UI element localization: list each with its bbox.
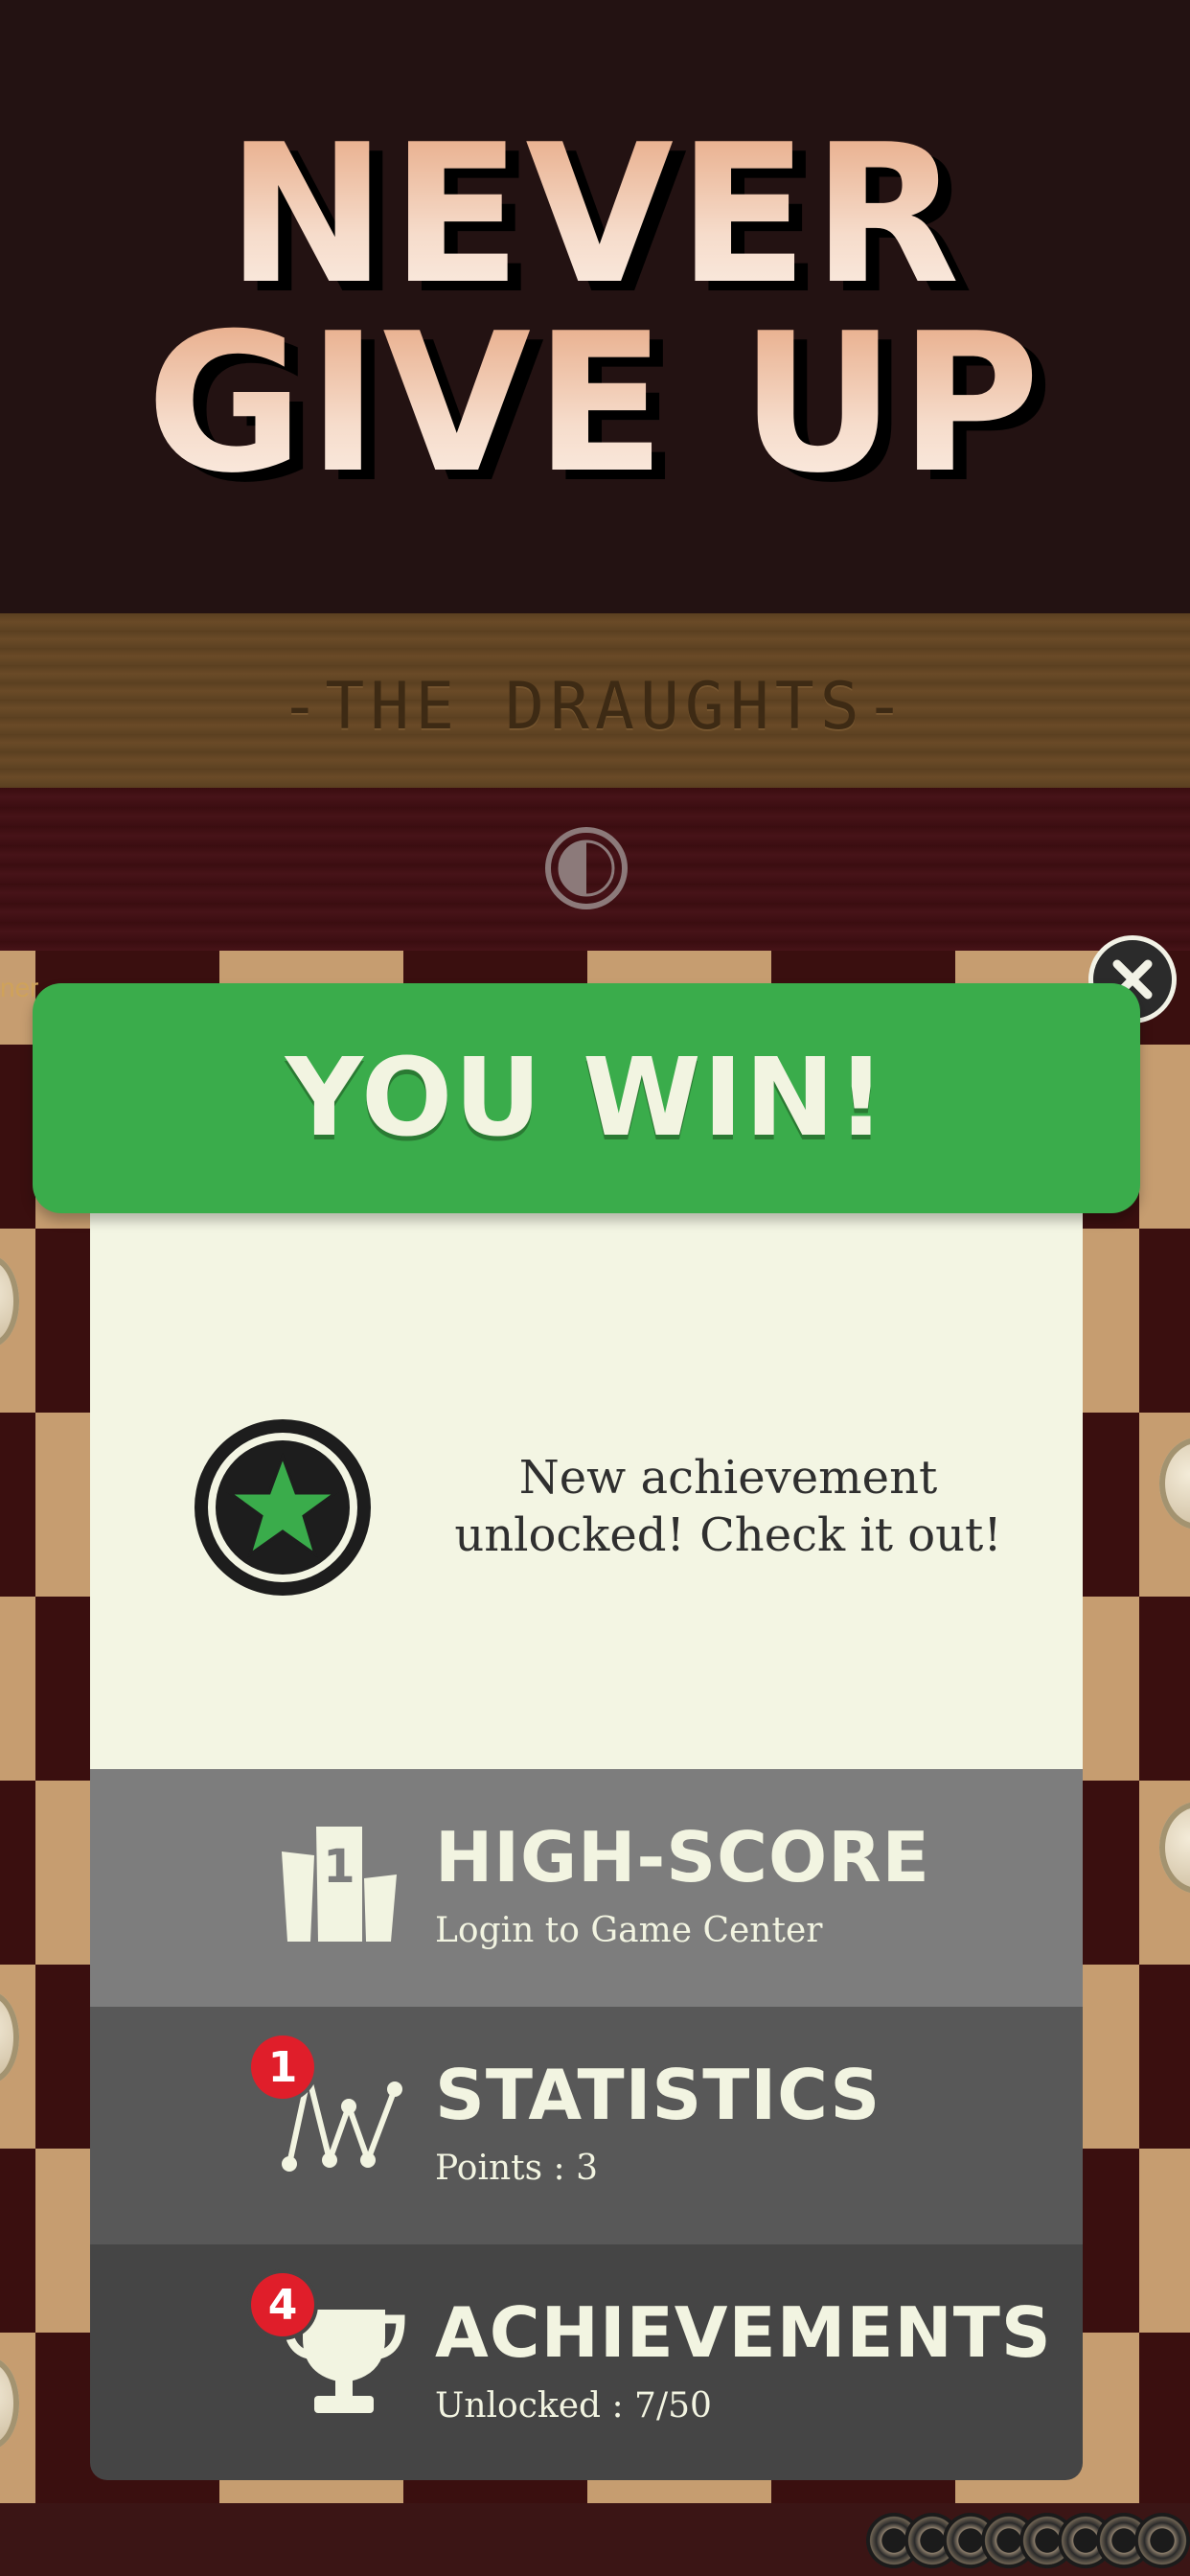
board-edge-label: ner [0,973,39,1002]
theme-contrast-icon[interactable] [542,824,630,912]
high-score-button[interactable]: 1 HIGH-SCORE Login to Game Center [90,1769,1083,2007]
statistics-notification-badge: 1 [251,2036,314,2099]
achievements-notification-badge: 4 [251,2273,314,2336]
achievements-title: ACHIEVEMENTS [435,2292,1052,2373]
statistics-subtitle: Points : 3 [435,2149,598,2188]
star-badge-icon[interactable] [192,1416,374,1598]
svg-text:1: 1 [323,1840,355,1894]
captured-piece [1134,2513,1190,2568]
game-title-plank: -THE DRAUGHTS- [0,613,1190,788]
you-win-title: YOU WIN! [285,1036,888,1161]
game-title: -THE DRAUGHTS- [280,669,910,745]
achievements-button[interactable]: 4 ACHIEVEMENTS Unlocked : 7/50 [90,2244,1083,2480]
headline-line-2: GIVE UP [0,309,1190,500]
headline-line-1: NEVER [0,120,1190,311]
achievement-message[interactable]: New achievement unlocked! Check it out! [441,1449,1016,1564]
achievements-subtitle: Unlocked : 7/50 [435,2386,712,2426]
high-score-title: HIGH-SCORE [435,1817,930,1898]
high-score-subtitle: Login to Game Center [435,1911,823,1950]
promo-headline: NEVER GIVE UP [0,0,1190,613]
podium-icon: 1 [282,1827,397,1942]
statistics-button[interactable]: 1 STATISTICS Points : 3 [90,2007,1083,2244]
you-win-banner: YOU WIN! [33,983,1140,1213]
statistics-title: STATISTICS [435,2055,881,2135]
